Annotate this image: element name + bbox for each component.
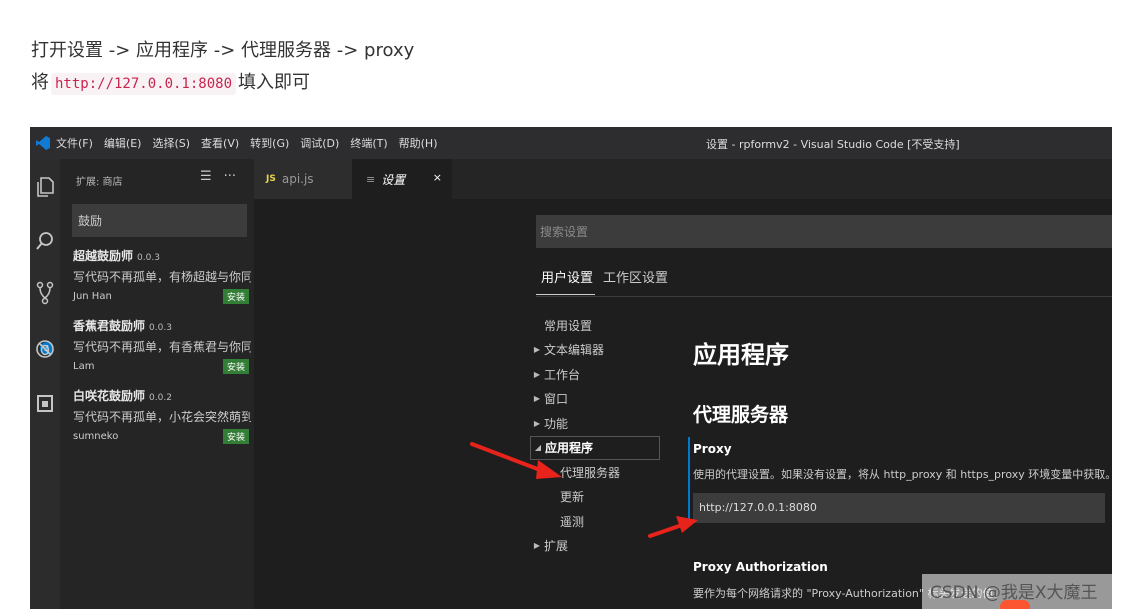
toc-item-proxy[interactable]: 代理服务器 [530,460,660,485]
menu-edit[interactable]: 编辑(E) [104,135,142,151]
close-icon[interactable]: × [433,171,442,184]
toc-item-text-editor[interactable]: ▶ 文本编辑器 [530,338,660,363]
extension-item[interactable]: 香蕉君鼓励师 0.0.3 写代码不再孤单，有香蕉君与你同在 Lam 安装 [73,317,251,374]
instruction-prefix: 将 [31,72,49,93]
editor-tab-bar: JS api.js ≡ 设置 × [254,159,1112,199]
toc-item-features[interactable]: ▶ 功能 [530,411,660,436]
chevron-right-icon: ▶ [533,369,541,379]
extension-search-input[interactable]: 鼓励 [72,204,247,237]
settings-file-icon: ≡ [366,172,376,186]
csdn-logo-icon [1000,600,1030,609]
extension-author: Jun Han [73,291,112,302]
sidebar-header: 扩展: 商店 [76,177,123,188]
extensions-icon[interactable] [33,391,57,415]
instruction-suffix: 填入即可 [238,72,311,93]
toc-item-workbench[interactable]: ▶ 工作台 [530,362,660,387]
tab-settings[interactable]: ≡ 设置 × [352,159,452,199]
window-title: 设置 - rpformv2 - Visual Studio Code [不受支持… [706,138,960,151]
debug-icon[interactable] [33,337,57,361]
extension-description: 写代码不再孤单，有杨超越与你同在 [73,270,251,284]
tab-label: 设置 [381,172,406,187]
explorer-icon[interactable] [33,175,57,199]
subsection-title: 代理服务器 [693,404,789,426]
tab-label: api.js [281,172,314,186]
settings-scope-tabs: 用户设置 工作区设置 [536,267,668,295]
chevron-down-icon: ◢ [534,443,542,453]
toc-item-window[interactable]: ▶ 窗口 [530,387,660,412]
settings-toc: 常用设置 ▶ 文本编辑器 ▶ 工作台 ▶ 窗口 ▶ 功能 ◢ 应用程序 代理服务器 更新 … [530,313,660,558]
menu-go[interactable]: 转到(G) [250,135,289,151]
section-title: 应用程序 [693,341,789,369]
install-button[interactable]: 安装 [222,289,249,304]
proxy-setting-description: 使用的代理设置。如果没有设置，将从 http_proxy 和 https_pro… [693,468,1112,481]
filter-list-icon[interactable]: ☰ [200,169,212,184]
extension-author: Lam [73,361,95,372]
menu-bar: 文件(F) 编辑(E) 选择(S) 查看(V) 转到(G) 调试(D) 终端(T… [56,135,449,151]
instruction-line-2: 将 http://127.0.0.1:8080 填入即可 [31,68,311,95]
proxy-setting-title: Proxy [693,442,732,456]
menu-selection[interactable]: 选择(S) [152,135,190,151]
sidebar-actions: ☰ ··· [200,169,236,184]
extensions-sidebar: 扩展: 商店 ☰ ··· 鼓励 超越鼓励师 0.0.3 写代码不再孤单，有杨超越与… [60,159,254,609]
proxy-url-code: http://127.0.0.1:8080 [51,73,237,95]
toc-item-extensions[interactable]: ▶ 扩展 [530,534,660,559]
search-icon[interactable] [33,229,57,253]
vscode-screenshot: 文件(F) 编辑(E) 选择(S) 查看(V) 转到(G) 调试(D) 终端(T… [30,127,1112,609]
toc-item-update[interactable]: 更新 [530,485,660,510]
menu-terminal[interactable]: 终端(T) [350,135,387,151]
tab-api-js[interactable]: JS api.js [254,159,352,199]
activity-bar: 3 [30,159,60,609]
extension-name: 白咲花鼓励师 0.0.2 [73,389,172,403]
extension-description: 写代码不再孤单，小花会突然萌到你 [73,410,251,424]
extension-version: 0.0.3 [149,323,172,333]
modified-indicator [688,437,690,519]
extension-version: 0.0.2 [149,393,172,403]
install-button[interactable]: 安装 [222,429,249,444]
menu-file[interactable]: 文件(F) [56,135,93,151]
chevron-right-icon: ▶ [533,345,541,355]
title-bar: 文件(F) 编辑(E) 选择(S) 查看(V) 转到(G) 调试(D) 终端(T… [30,127,1112,159]
chevron-right-icon: ▶ [533,541,541,551]
tab-user-settings[interactable]: 用户设置 [536,267,596,295]
tab-workspace-settings[interactable]: 工作区设置 [603,267,668,295]
extension-name: 超越鼓励师 0.0.3 [73,249,160,263]
menu-debug[interactable]: 调试(D) [300,135,339,151]
extension-version: 0.0.3 [137,253,160,263]
toc-item-telemetry[interactable]: 遥测 [530,509,660,534]
divider [536,296,1112,297]
extension-description: 写代码不再孤单，有香蕉君与你同在 [73,340,251,354]
install-button[interactable]: 安装 [222,359,249,374]
toc-item-application[interactable]: ◢ 应用程序 [530,435,660,460]
extension-item[interactable]: 超越鼓励师 0.0.3 写代码不再孤单，有杨超越与你同在 Jun Han 安装 [73,247,251,304]
vscode-logo-icon [30,135,56,151]
javascript-file-icon: JS [266,174,276,184]
more-actions-icon[interactable]: ··· [224,169,236,184]
source-control-icon[interactable] [33,281,57,305]
extension-name: 香蕉君鼓励师 0.0.3 [73,319,172,333]
proxy-input[interactable]: http://127.0.0.1:8080 [693,493,1105,523]
extension-author: sumneko [73,431,119,442]
chevron-right-icon: ▶ [533,394,541,404]
extension-item[interactable]: 白咲花鼓励师 0.0.2 写代码不再孤单，小花会突然萌到你 sumneko 安装 [73,387,251,444]
chevron-right-icon: ▶ [533,418,541,428]
instruction-line-1: 打开设置 -> 应用程序 -> 代理服务器 -> proxy [31,40,415,61]
menu-view[interactable]: 查看(V) [201,135,239,151]
toc-item-common[interactable]: 常用设置 [530,313,660,338]
settings-search-input[interactable]: 搜索设置 [536,215,1112,248]
menu-help[interactable]: 帮助(H) [399,135,438,151]
proxy-authorization-title: Proxy Authorization [693,560,828,574]
